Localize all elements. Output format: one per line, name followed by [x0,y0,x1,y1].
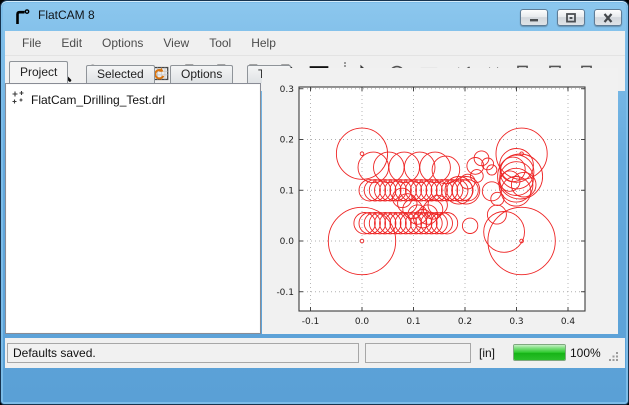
x-tick-label: 0.0 [355,317,370,327]
tree-item[interactable]: FlatCam_Drilling_Test.drl [9,88,257,111]
tree-item-label: FlatCam_Drilling_Test.drl [31,93,165,107]
menu-item-view[interactable]: View [153,32,199,54]
menu-item-options[interactable]: Options [92,32,153,54]
resize-grip[interactable] [608,350,619,364]
maximize-button[interactable] [557,9,585,26]
tab-selected[interactable]: Selected [86,65,155,83]
project-tree[interactable]: FlatCam_Drilling_Test.drl [5,83,261,334]
y-tick-label: -0.1 [276,288,294,298]
status-bar: Defaults saved. [in] 100% [5,338,625,368]
app-window: FlatCAM 8 FileEditOptionsViewToolHelp Ok… [0,0,629,405]
tab-options[interactable]: Options [170,65,233,83]
x-tick-label: 0.1 [406,317,420,327]
screen: FlatCAM 8 FileEditOptionsViewToolHelp Ok… [0,0,629,405]
status-secondary-field [365,343,471,363]
units-indicator: [in] [479,346,495,360]
menu-bar: FileEditOptionsViewToolHelp [5,31,625,56]
menu-item-file[interactable]: File [12,32,51,54]
x-tick-label: 0.3 [509,317,523,327]
y-tick-label: 0.3 [280,85,294,95]
y-tick-label: 0.0 [280,237,295,247]
plot-canvas[interactable]: -0.1 0.0 0.1 0.2 0.3 0.4 -0.1 0.0 0.1 0.2 0.3 [262,68,618,334]
y-tick-label: 0.2 [280,136,294,146]
tab-project[interactable]: Project [9,61,68,83]
minimize-button[interactable] [520,9,548,26]
menu-item-help[interactable]: Help [241,32,286,54]
status-message: Defaults saved. [7,343,359,363]
x-tick-label: -0.1 [302,317,320,327]
menu-item-tool[interactable]: Tool [199,32,241,54]
x-tick-label: 0.4 [561,317,576,327]
title-bar[interactable]: FlatCAM 8 [1,1,628,31]
close-button[interactable] [594,9,622,26]
drill-points-icon [11,90,25,109]
progress-bar [513,344,566,361]
flatcam-logo-icon [12,7,32,26]
x-tick-label: 0.2 [458,317,472,327]
window-title: FlatCAM 8 [38,8,95,22]
menu-item-edit[interactable]: Edit [51,32,92,54]
progress-percent-label: 100% [570,346,601,360]
y-tick-label: 0.1 [280,186,294,196]
